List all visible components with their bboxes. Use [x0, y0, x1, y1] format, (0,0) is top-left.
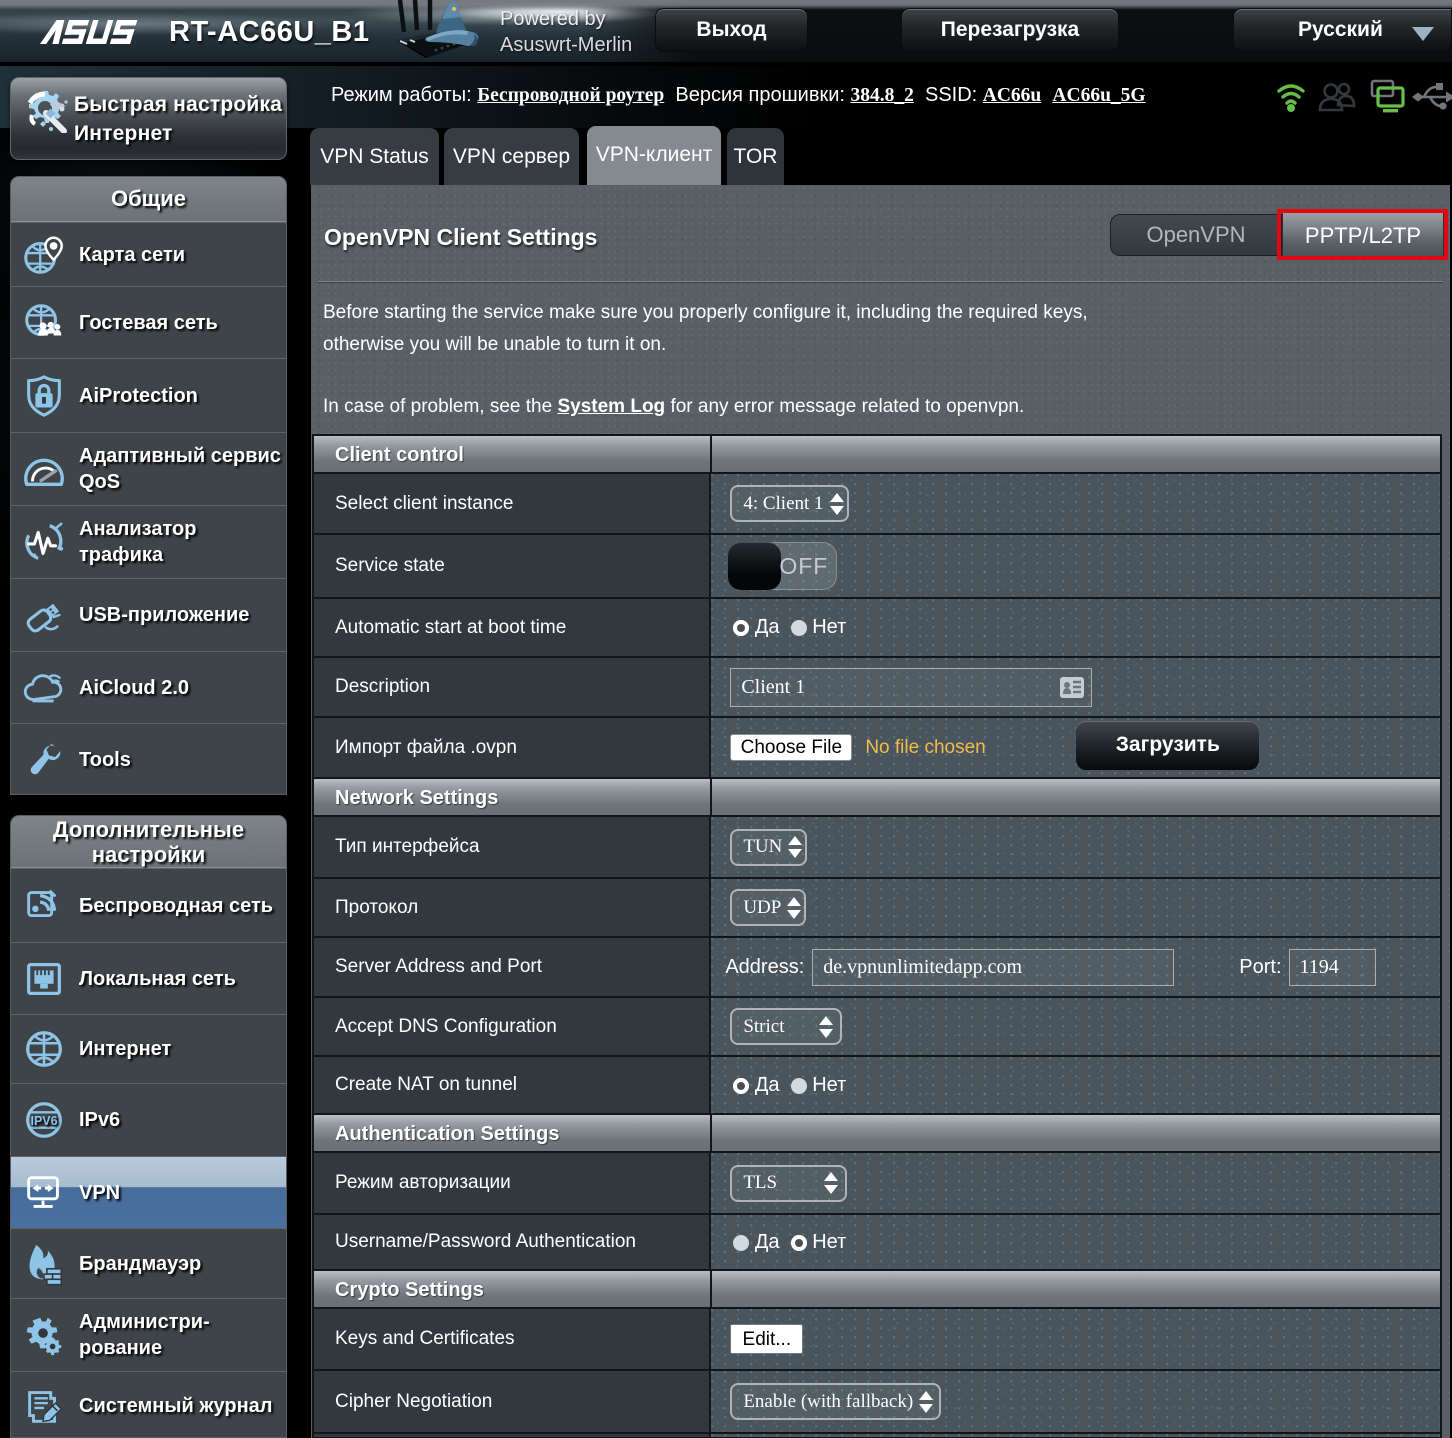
- svg-text:IPV6: IPV6: [31, 1114, 58, 1128]
